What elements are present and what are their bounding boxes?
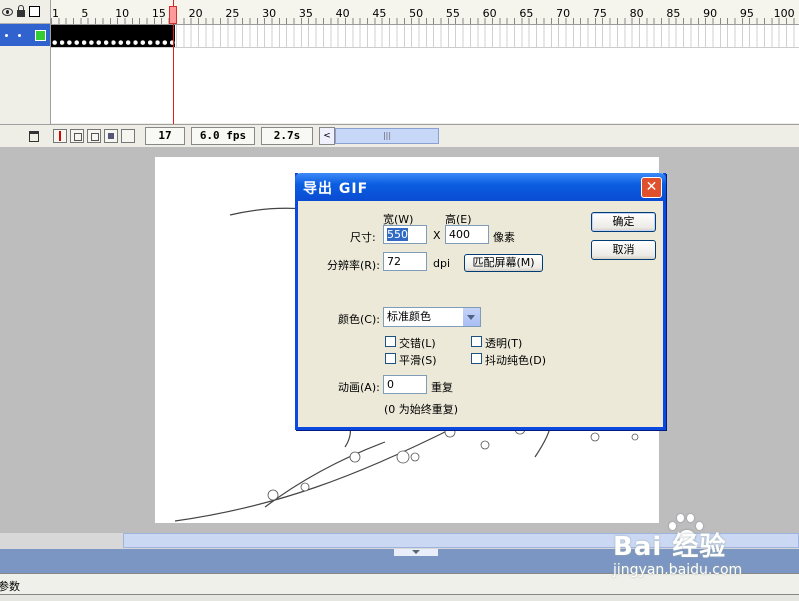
elapsed-time-readout: 2.7s xyxy=(261,127,313,145)
dpi-label: dpi xyxy=(433,257,451,270)
ruler-number: 85 xyxy=(666,7,681,20)
height-field[interactable]: 400 xyxy=(445,225,489,244)
ok-button[interactable]: 确定 xyxy=(591,212,656,232)
collapse-handle-icon[interactable] xyxy=(394,549,438,556)
onion-skin-icon[interactable] xyxy=(70,129,84,143)
visibility-dot-icon[interactable] xyxy=(5,33,8,37)
pixels-label: 像素 xyxy=(493,231,515,244)
ruler-number: 75 xyxy=(592,7,607,20)
dither-label[interactable]: 抖动纯色(D) xyxy=(485,352,546,368)
ruler-number: 20 xyxy=(188,7,203,20)
interlace-label[interactable]: 交错(L) xyxy=(399,335,436,351)
ruler-number: 25 xyxy=(225,7,240,20)
colors-select[interactable]: 标准颜色 xyxy=(383,307,481,327)
ruler-number: 1 xyxy=(52,7,59,20)
ruler-number: 65 xyxy=(519,7,534,20)
ruler-number: 90 xyxy=(703,7,718,20)
edit-multiple-frames-icon[interactable] xyxy=(104,129,118,143)
ruler-number: 35 xyxy=(298,7,313,20)
animation-label: 动画(A): xyxy=(338,381,380,394)
ruler-number: 55 xyxy=(445,7,460,20)
ruler-number: 80 xyxy=(629,7,644,20)
center-frame-icon[interactable] xyxy=(53,129,67,143)
timeline-empty-area[interactable] xyxy=(51,48,799,123)
repeat-note: (0 为始终重复) xyxy=(384,403,459,416)
ruler-number: 95 xyxy=(739,7,754,20)
ruler-number: 100 xyxy=(773,7,795,20)
timeline-status-bar: 17 6.0 fps 2.7s < ||| xyxy=(0,124,799,147)
ruler-number: 40 xyxy=(335,7,350,20)
export-gif-dialog: 导出 GIF ✕ 宽(W) 高(E) 尺寸: 550 X 400 像素 分辨率(… xyxy=(295,173,666,430)
transparent-label[interactable]: 透明(T) xyxy=(485,335,522,351)
layer-row-selected[interactable] xyxy=(0,24,50,46)
ruler-number: 15 xyxy=(151,7,166,20)
current-frame-readout: 17 xyxy=(145,127,185,145)
timeline-scroll-thumb[interactable]: ||| xyxy=(335,128,439,144)
trash-icon[interactable] xyxy=(29,130,39,142)
smooth-checkbox[interactable] xyxy=(385,353,396,364)
branch-top xyxy=(229,207,306,216)
properties-tab-label[interactable]: 参数 xyxy=(0,578,20,594)
outline-icon[interactable] xyxy=(29,6,40,17)
size-label: 尺寸: xyxy=(350,231,376,244)
lock-dot-icon[interactable] xyxy=(18,33,21,37)
animation-field[interactable]: 0 xyxy=(383,375,427,394)
repeat-label: 重复 xyxy=(431,381,453,394)
colors-label: 颜色(C): xyxy=(338,313,380,326)
outline-color-icon[interactable] xyxy=(35,29,46,41)
frame-ruler[interactable]: 1 5 10 15 20 25 30 35 40 45 50 55 60 65 70 75 80 85 90 95 10… xyxy=(51,0,799,25)
close-button[interactable]: ✕ xyxy=(641,177,662,198)
layer-header xyxy=(0,0,50,24)
dither-checkbox[interactable] xyxy=(471,353,482,364)
ruler-number: 50 xyxy=(409,7,424,20)
frame-rate-readout[interactable]: 6.0 fps xyxy=(191,127,255,145)
width-value: 550 xyxy=(387,228,408,241)
chevron-down-icon[interactable] xyxy=(462,308,480,326)
lock-icon[interactable] xyxy=(17,5,25,17)
ruler-number: 60 xyxy=(482,7,497,20)
colors-value: 标准颜色 xyxy=(387,310,431,323)
dialog-title-bar[interactable]: 导出 GIF ✕ xyxy=(295,173,666,201)
frame-row[interactable] xyxy=(51,25,799,48)
match-screen-button[interactable]: 匹配屏幕(M) xyxy=(464,254,543,272)
ruler-number: 10 xyxy=(115,7,130,20)
ruler-number: 30 xyxy=(262,7,277,20)
watermark-brand: Bai 经验 xyxy=(613,532,727,562)
dialog-title: 导出 GIF xyxy=(303,181,369,197)
keyframe-span[interactable] xyxy=(51,25,175,47)
cancel-button[interactable]: 取消 xyxy=(591,240,656,260)
ruler-number: 5 xyxy=(81,7,89,20)
eye-icon[interactable] xyxy=(2,7,13,16)
smooth-label[interactable]: 平滑(S) xyxy=(399,352,437,368)
onion-outline-icon[interactable] xyxy=(87,129,101,143)
timeline-panel: 1 5 10 15 20 25 30 35 40 45 50 55 60 65 70 75 80 85 90 95 10… xyxy=(0,0,799,147)
timeline-scroll-left-button[interactable]: < xyxy=(319,127,335,145)
interlace-checkbox[interactable] xyxy=(385,336,396,347)
width-field[interactable]: 550 xyxy=(383,225,427,244)
transparent-checkbox[interactable] xyxy=(471,336,482,347)
times-symbol: X xyxy=(433,229,441,242)
watermark-url: jingyan.baidu.com xyxy=(613,562,743,578)
ruler-number: 70 xyxy=(556,7,571,20)
modify-onion-markers-icon[interactable] xyxy=(121,129,135,143)
playhead-marker[interactable] xyxy=(169,6,177,24)
resolution-label: 分辨率(R): xyxy=(327,259,380,272)
resolution-field[interactable]: 72 xyxy=(383,252,427,271)
ruler-number: 45 xyxy=(372,7,387,20)
